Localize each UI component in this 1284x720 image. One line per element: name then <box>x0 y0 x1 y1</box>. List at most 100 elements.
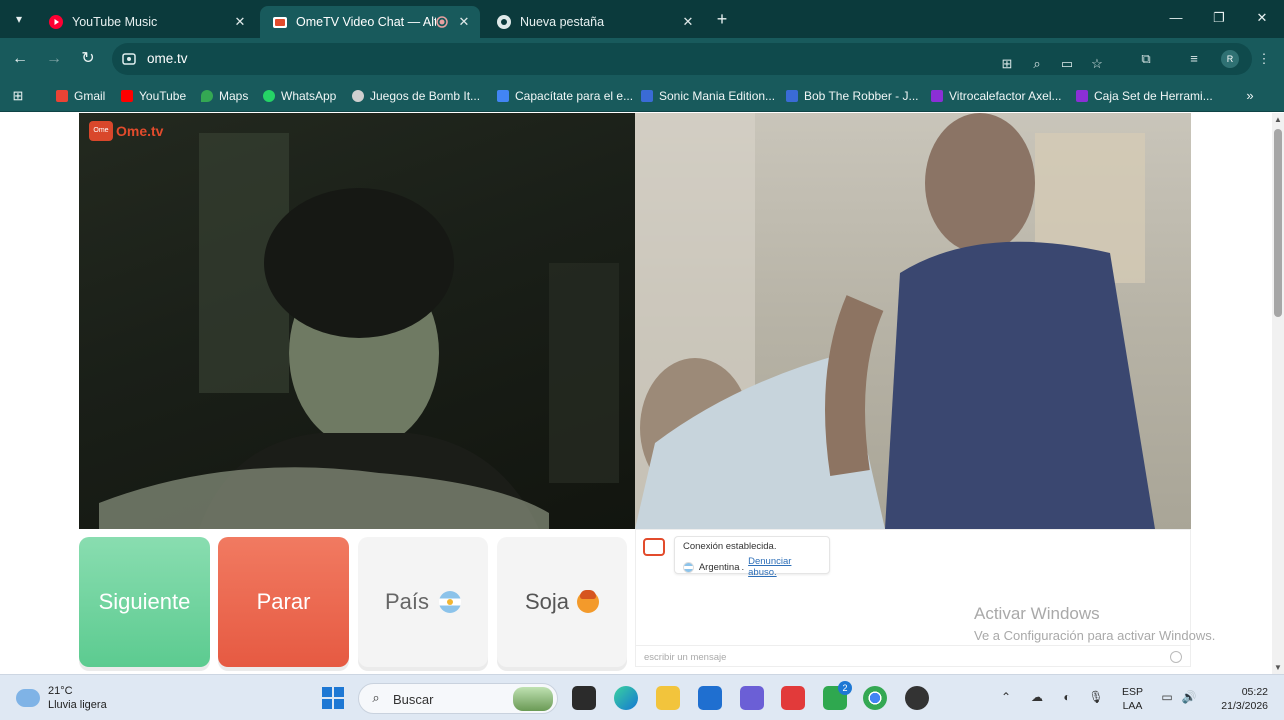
youtube-icon <box>121 90 133 102</box>
back-button[interactable]: ← <box>10 49 30 69</box>
network-icon[interactable]: ◐ <box>1059 689 1075 705</box>
remote-video <box>635 113 1191 529</box>
search-icon: ⌕ <box>372 690 380 705</box>
close-icon[interactable]: ✕ <box>454 14 474 30</box>
restore-button[interactable]: ❐ <box>1209 10 1229 28</box>
edge-icon[interactable] <box>614 686 638 710</box>
close-icon[interactable]: ✕ <box>230 14 250 30</box>
more-bookmarks-icon[interactable]: » <box>1242 88 1258 104</box>
browser-toolbar: ← → ↻ ome.tv ⊞ ⌕ ▭ ☆ ⧉ ≡ R ⋮ <box>0 38 1284 80</box>
menu-icon[interactable]: ⋮ <box>1256 51 1272 67</box>
bookmark-sonic-mania[interactable]: Sonic Mania Edition... <box>641 86 775 106</box>
site-info-icon[interactable] <box>122 52 136 66</box>
scroll-thumb[interactable] <box>1274 129 1282 317</box>
tab-new-tab[interactable]: Nueva pestaña ✕ <box>484 6 704 38</box>
profile-avatar[interactable]: R <box>1221 50 1239 68</box>
stop-button[interactable]: Parar <box>218 537 349 667</box>
local-video-frame <box>99 133 619 529</box>
bookmark-vitrocalefactor[interactable]: Vitrocalefactor Axel... <box>931 86 1062 106</box>
clock-time: 05:22 <box>1241 686 1268 698</box>
microsoft-store-icon[interactable] <box>698 686 722 710</box>
language-indicator[interactable]: ESP LAA <box>1122 685 1143 713</box>
obs-icon[interactable] <box>905 686 929 710</box>
report-abuse-link[interactable]: Denunciar abuso. <box>748 556 821 578</box>
person-emoji-icon <box>577 590 600 613</box>
install-app-icon[interactable]: ▭ <box>1059 56 1075 72</box>
bookmark-gmail[interactable]: Gmail <box>56 86 105 106</box>
tab-title: OmeTV Video Chat — Alter <box>296 15 436 29</box>
bookmark-capacitate[interactable]: Capacítate para el e... <box>497 86 633 106</box>
notification-badge: 2 <box>838 681 852 695</box>
display-icon[interactable]: ▭ <box>1159 689 1175 705</box>
google-icon <box>497 90 509 102</box>
show-hidden-icons-icon[interactable]: ⌃ <box>998 689 1014 705</box>
bookmark-bob-the-robber[interactable]: Bob The Robber - J... <box>786 86 919 106</box>
media-controls-icon[interactable]: ≡ <box>1186 51 1202 67</box>
watermark-title: Activar Windows <box>974 604 1100 623</box>
onedrive-icon[interactable]: ☁ <box>1029 689 1045 705</box>
minimize-button[interactable]: — <box>1166 10 1186 28</box>
country-button[interactable]: País <box>358 537 488 667</box>
bookmark-maps[interactable]: Maps <box>201 86 248 106</box>
weather-description: Lluvia ligera <box>48 699 107 711</box>
forward-button[interactable]: → <box>44 49 64 69</box>
chat-input[interactable]: escribir un mensaje <box>636 645 1190 667</box>
tab-search-button[interactable]: ▾ <box>8 8 30 30</box>
gender-button[interactable]: Soja <box>497 537 627 667</box>
chevron-down-icon: ▾ <box>15 12 23 26</box>
bookmark-whatsapp[interactable]: WhatsApp <box>263 86 336 106</box>
bookmark-label: YouTube <box>139 89 187 103</box>
partner-country: Argentina <box>698 561 740 573</box>
tab-youtube-music[interactable]: YouTube Music ✕ <box>36 6 256 38</box>
translate-icon[interactable]: ⊞ <box>999 56 1015 72</box>
xbox-icon[interactable]: 2 <box>823 681 852 710</box>
chat-input-placeholder: escribir un mensaje <box>644 652 727 663</box>
wps-office-icon[interactable] <box>781 686 805 710</box>
bookmark-label: Sonic Mania Edition... <box>659 89 776 103</box>
whatsapp-icon <box>263 90 275 102</box>
scroll-down-icon[interactable]: ▼ <box>1272 663 1284 672</box>
tab-title: Nueva pestaña <box>520 15 605 29</box>
next-button[interactable]: Siguiente <box>79 537 210 667</box>
chrome-taskbar-icon[interactable] <box>863 686 887 710</box>
bookmark-label: Maps <box>219 89 249 103</box>
teams-icon[interactable] <box>740 686 764 710</box>
bookmark-star-icon[interactable]: ☆ <box>1089 56 1105 72</box>
bookmark-bomb-it[interactable]: Juegos de Bomb It... <box>352 86 480 106</box>
address-bar[interactable]: ome.tv ⊞ ⌕ ▭ ☆ <box>112 43 1252 75</box>
microphone-icon[interactable]: 🎙 <box>1088 689 1104 705</box>
ometv-icon <box>273 17 287 28</box>
file-explorer-icon[interactable] <box>656 686 680 710</box>
tab-ometv[interactable]: OmeTV Video Chat — Alter ✕ <box>260 6 480 38</box>
zoom-icon[interactable]: ⌕ <box>1029 56 1045 72</box>
close-icon[interactable]: ✕ <box>678 14 698 30</box>
windows-taskbar: 21°C Lluvia ligera ⌕ Buscar 2 ⌃ ☁ ◐ 🎙 ES… <box>0 674 1284 720</box>
weather-widget[interactable]: 21°C Lluvia ligera <box>16 684 107 712</box>
rain-cloud-icon <box>16 689 40 707</box>
task-view-icon[interactable] <box>572 686 596 710</box>
clock[interactable]: 05:22 21/3/2026 <box>1208 685 1268 713</box>
recording-icon <box>436 16 448 28</box>
page-scrollbar[interactable]: ▲ ▼ <box>1272 113 1284 674</box>
apps-grid-icon[interactable]: ⊞ <box>10 88 26 104</box>
gender-button-label: Soja <box>524 589 570 614</box>
taskbar-search[interactable]: ⌕ Buscar <box>358 683 558 714</box>
new-tab-button[interactable]: + <box>712 9 732 29</box>
reload-button[interactable]: ↻ <box>78 49 98 69</box>
bookmark-caja-set[interactable]: Caja Set de Herrami... <box>1076 86 1213 106</box>
watermark-subtitle: Ve a Configuración para activar Windows. <box>974 628 1216 643</box>
bookmark-label: Bob The Robber - J... <box>804 89 919 103</box>
shop-icon <box>1076 90 1088 102</box>
local-video: Ome Ome.tv <box>79 113 635 529</box>
volume-icon[interactable]: 🔊 <box>1181 689 1197 705</box>
bookmark-label: Gmail <box>74 89 106 103</box>
start-button[interactable] <box>322 687 344 709</box>
ometv-chat-icon <box>643 538 665 556</box>
ometv-logo-icon: Ome <box>89 121 113 141</box>
scroll-up-icon[interactable]: ▲ <box>1272 115 1284 124</box>
bookmark-label: Caja Set de Herrami... <box>1094 89 1213 103</box>
close-window-button[interactable]: ✕ <box>1252 10 1272 28</box>
emoji-icon[interactable] <box>1170 651 1182 663</box>
bookmark-youtube[interactable]: YouTube <box>121 86 186 106</box>
extensions-icon[interactable]: ⧉ <box>1138 51 1154 67</box>
